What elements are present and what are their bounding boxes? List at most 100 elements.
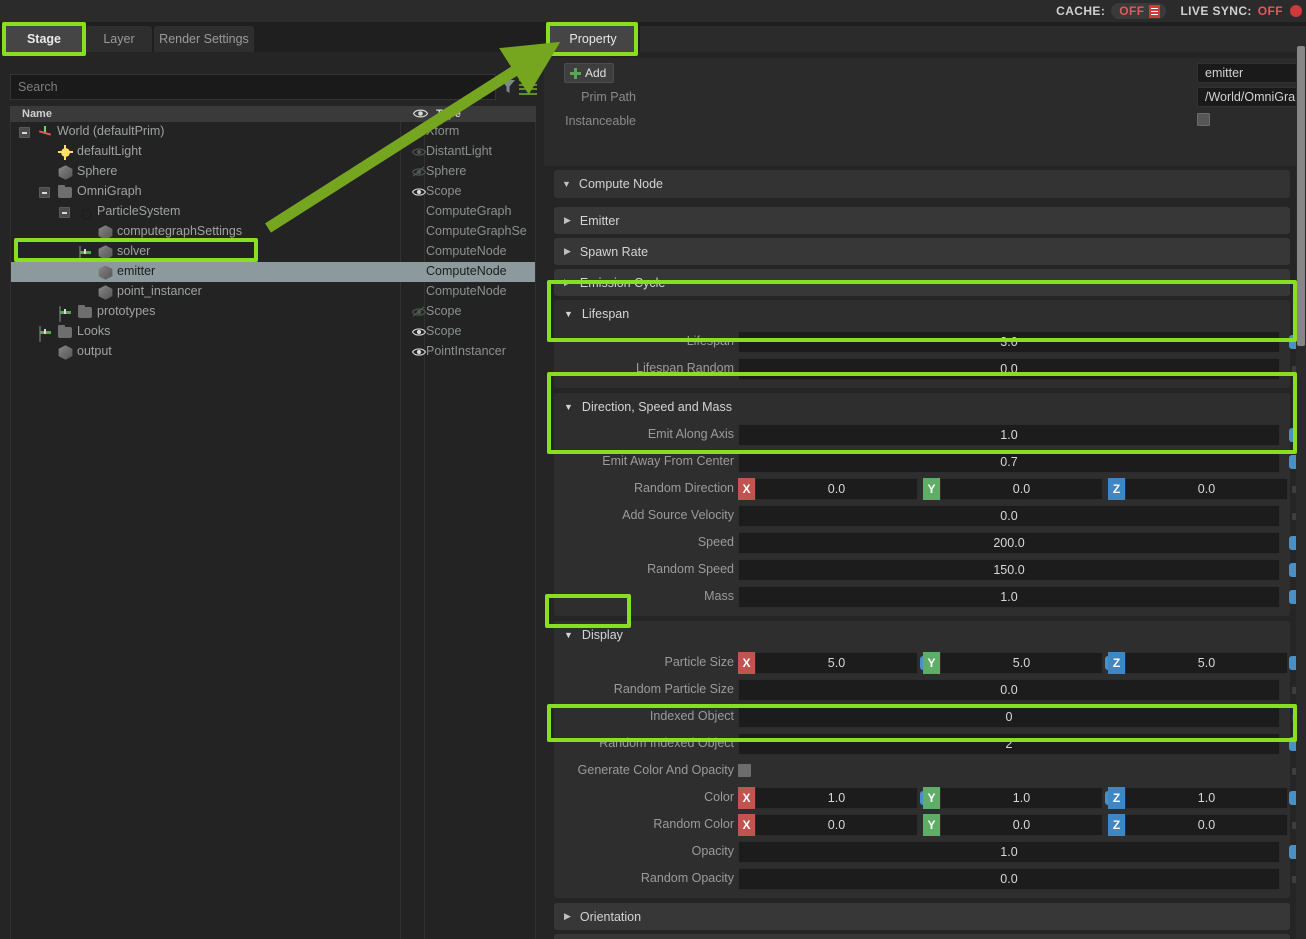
value-field-z[interactable]: 1.0: [1125, 787, 1288, 809]
tree-row-type: ComputeNode: [426, 244, 507, 258]
property-panel: Property Add emitter Prim Path /World/Om…: [544, 22, 1306, 939]
value-field-y[interactable]: 1.0: [940, 787, 1103, 809]
property-scrollbar-thumb[interactable]: [1297, 46, 1305, 346]
cache-toggle[interactable]: OFF: [1111, 3, 1167, 19]
value-field[interactable]: 0: [738, 706, 1280, 728]
property-tab-row: Property: [544, 22, 1306, 52]
tab-layer[interactable]: Layer: [86, 26, 152, 52]
visibility-toggle-icon[interactable]: [411, 186, 427, 198]
property-row: Emit Away From Center 0.7: [554, 450, 1302, 474]
tree-row[interactable]: Looks Scope: [11, 322, 535, 342]
tree-row[interactable]: Sphere Sphere: [11, 162, 535, 182]
value-field-y[interactable]: 5.0: [940, 652, 1103, 674]
live-sync-value[interactable]: OFF: [1258, 4, 1283, 18]
subsection-emit-from-particles[interactable]: ▶Emit From Particles: [554, 934, 1290, 939]
subsection-title: Emitter: [579, 213, 620, 228]
chevron-down-icon: ▼: [564, 630, 573, 640]
axis-badge-z: Z: [1108, 478, 1125, 500]
tree-row[interactable]: ParticleSystem ComputeGraph: [11, 202, 535, 222]
value-field[interactable]: 0.0: [738, 679, 1280, 701]
tree-row-type: ComputeNode: [426, 284, 507, 298]
tree-row[interactable]: output PointInstancer: [11, 342, 535, 362]
prim-path-label: Prim Path: [581, 90, 636, 104]
value-field[interactable]: 1.0: [738, 586, 1280, 608]
chevron-right-icon: ▶: [564, 215, 571, 225]
value-field[interactable]: 2: [738, 733, 1280, 755]
visibility-toggle-icon[interactable]: [411, 306, 427, 318]
value-field-z[interactable]: 0.0: [1125, 478, 1288, 500]
value-field-x[interactable]: 0.0: [755, 814, 918, 836]
property-label: Random Speed: [647, 562, 734, 576]
value-field[interactable]: 0.0: [738, 505, 1280, 527]
value-field[interactable]: 0.7: [738, 451, 1280, 473]
tab-render-settings[interactable]: Render Settings: [154, 26, 254, 52]
tree-row[interactable]: computegraphSettings ComputeGraphSe: [11, 222, 535, 242]
tree-expander[interactable]: [59, 207, 70, 218]
property-checkbox[interactable]: [738, 764, 751, 777]
tree-expander[interactable]: [39, 187, 50, 198]
tree-row[interactable]: point_instancer ComputeNode: [11, 282, 535, 302]
group-header[interactable]: ▼ Direction, Speed and Mass: [554, 393, 732, 421]
value-field[interactable]: 0.0: [738, 358, 1280, 380]
property-scroll-area[interactable]: ▼ Compute Node ▶ Emitter ▶ Spawn Rate ▶ Emissio…: [544, 170, 1302, 939]
tree-row[interactable]: OmniGraph Scope: [11, 182, 535, 202]
tree-expander[interactable]: [39, 326, 41, 342]
search-input[interactable]: Search: [10, 74, 496, 100]
value-field[interactable]: 200.0: [738, 532, 1280, 554]
tab-stage[interactable]: Stage: [4, 26, 84, 52]
subsection-spawn-rate[interactable]: ▶ Spawn Rate: [554, 238, 1290, 265]
property-label: Particle Size: [664, 655, 734, 669]
value-field[interactable]: 1.0: [738, 424, 1280, 446]
subsection-emission-cycle[interactable]: ▶ Emission Cycle: [554, 269, 1290, 296]
tree-row[interactable]: solver ComputeNode: [11, 242, 535, 262]
visibility-toggle-icon[interactable]: [411, 346, 427, 358]
group-header[interactable]: ▼ Lifespan: [554, 300, 629, 328]
tree-row[interactable]: defaultLight DistantLight: [11, 142, 535, 162]
tree-expander[interactable]: [79, 246, 81, 262]
filter-icon[interactable]: [500, 79, 516, 94]
folder-icon: [58, 185, 72, 198]
prim-name-field[interactable]: emitter: [1197, 63, 1306, 83]
tree-row[interactable]: World (defaultPrim) Xform: [11, 122, 535, 142]
visibility-toggle-icon[interactable]: [411, 126, 427, 138]
column-header-name: Name: [22, 108, 52, 120]
value-field-z[interactable]: 0.0: [1125, 814, 1288, 836]
visibility-toggle-icon[interactable]: [411, 146, 427, 158]
tab-property[interactable]: Property: [548, 26, 638, 52]
property-label: Speed: [697, 535, 734, 549]
tree-expander[interactable]: [19, 127, 30, 138]
value-field[interactable]: 1.0: [738, 841, 1280, 863]
subsection-orientation[interactable]: ▶ Orientation: [554, 903, 1290, 930]
axis-badge-z: Z: [1108, 652, 1125, 674]
hamburger-menu-icon[interactable]: [519, 79, 537, 95]
tree-row[interactable]: emitter ComputeNode: [11, 262, 535, 282]
value-field[interactable]: 0.0: [738, 868, 1280, 890]
value-field-x[interactable]: 1.0: [755, 787, 918, 809]
property-label: Add Source Velocity: [622, 508, 734, 522]
value-field-x[interactable]: 0.0: [755, 478, 918, 500]
group-header[interactable]: ▼ Display: [554, 621, 623, 649]
prim-path-field[interactable]: /World/OmniGraph/ParticleSystem/emitter: [1197, 87, 1306, 107]
value-field[interactable]: 150.0: [738, 559, 1280, 581]
value-field-x[interactable]: 5.0: [755, 652, 918, 674]
section-compute-node[interactable]: ▼ Compute Node: [554, 170, 1290, 198]
value-field-z[interactable]: 5.0: [1125, 652, 1288, 674]
subsection-emitter[interactable]: ▶ Emitter: [554, 207, 1290, 234]
axis-badge-y: Y: [923, 652, 940, 674]
visibility-toggle-icon[interactable]: [411, 166, 427, 178]
property-label: Lifespan Random: [636, 361, 734, 375]
value-field-y[interactable]: 0.0: [940, 478, 1103, 500]
value-field-y[interactable]: 0.0: [940, 814, 1103, 836]
property-row: Lifespan Random 0.0: [554, 357, 1299, 381]
stage-tree[interactable]: World (defaultPrim) Xform defaultLight Dist…: [10, 122, 536, 939]
add-button[interactable]: Add: [564, 63, 614, 83]
instanceable-checkbox[interactable]: [1197, 113, 1210, 126]
property-label: Mass: [704, 589, 734, 603]
stage-panel: Stage Layer Render Settings Search Name …: [0, 22, 544, 939]
tree-expander[interactable]: [59, 306, 61, 322]
property-row: Speed 200.0: [554, 531, 1302, 555]
visibility-toggle-icon[interactable]: [411, 326, 427, 338]
value-field[interactable]: 3.0: [738, 331, 1280, 353]
tree-row[interactable]: prototypes Scope: [11, 302, 535, 322]
stage-tab-row: Stage Layer Render Settings: [0, 22, 544, 52]
